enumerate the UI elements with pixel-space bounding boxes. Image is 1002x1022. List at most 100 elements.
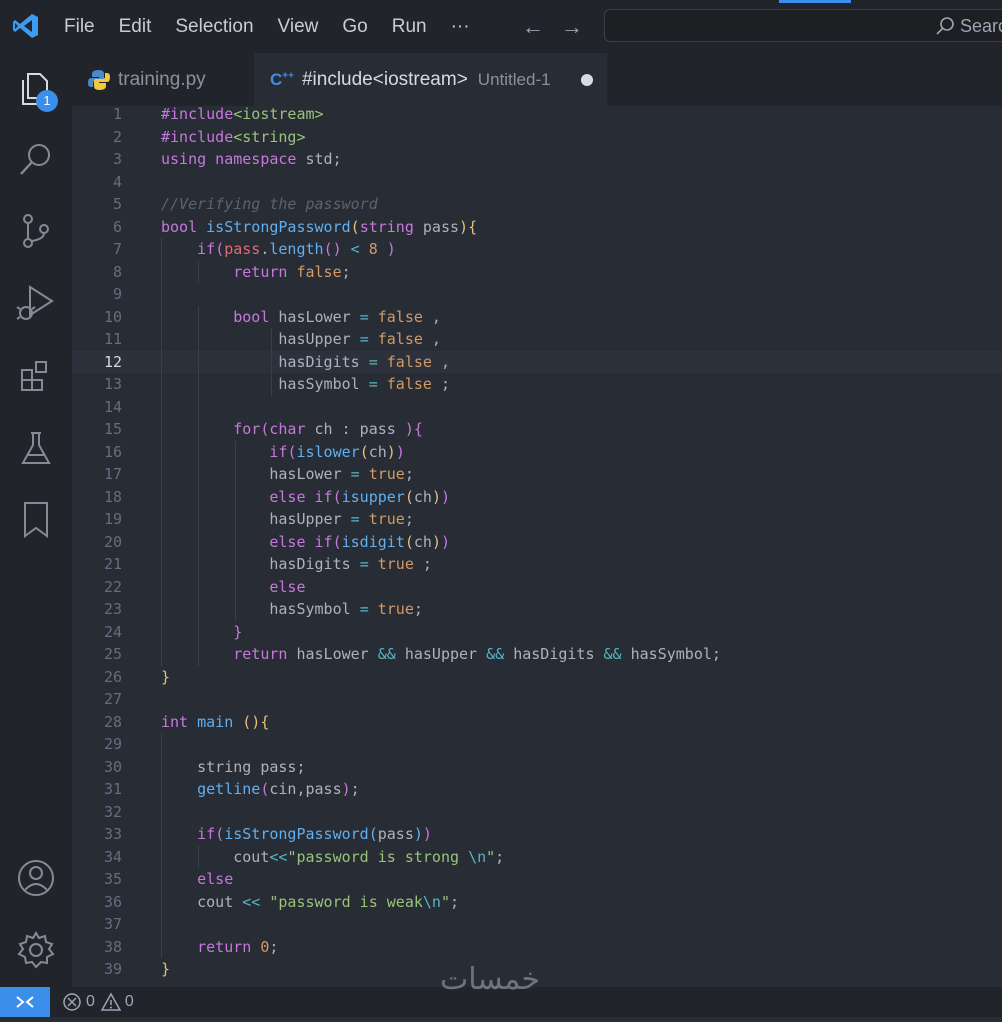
watermark-logo: خمسات bbox=[440, 962, 541, 997]
menu-selection[interactable]: Selection bbox=[163, 16, 265, 38]
account-icon[interactable] bbox=[14, 856, 58, 900]
code-editor[interactable]: 1 #include<iostream> 2 #include<string> 3 usi… bbox=[72, 103, 1002, 987]
line-number: 1 bbox=[112, 105, 122, 123]
testing-flask-icon[interactable] bbox=[14, 427, 58, 471]
code-text: else bbox=[269, 577, 306, 596]
code-text: #include<string> bbox=[161, 127, 306, 146]
code-line[interactable]: 21 hasDigits = true ; bbox=[72, 553, 1002, 576]
error-icon bbox=[63, 993, 81, 1011]
menu-run[interactable]: Run bbox=[380, 16, 439, 38]
code-line[interactable]: 36 cout << "password is weak\n"; bbox=[72, 891, 1002, 914]
indent-guide bbox=[161, 733, 162, 958]
code-text: cout<<"password is strong \n"; bbox=[161, 847, 505, 866]
code-line[interactable]: 35 else bbox=[72, 868, 1002, 891]
code-line[interactable]: 26} bbox=[72, 666, 1002, 689]
code-line[interactable]: 4 bbox=[72, 171, 1002, 194]
line-number: 27 bbox=[103, 690, 122, 708]
indent-guide bbox=[271, 328, 272, 396]
code-text: } bbox=[233, 622, 243, 641]
code-line[interactable]: 22 else bbox=[72, 576, 1002, 599]
code-line[interactable]: 34 cout<<"password is strong \n"; bbox=[72, 846, 1002, 869]
tab-description: Untitled-1 bbox=[477, 69, 551, 89]
code-text: hasSymbol = false ; bbox=[161, 375, 450, 393]
code-line[interactable]: 13 hasSymbol = false ; bbox=[72, 373, 1002, 396]
menu-file[interactable]: File bbox=[52, 16, 107, 38]
line-number: 10 bbox=[103, 307, 122, 326]
code-line[interactable]: 29 bbox=[72, 733, 1002, 756]
line-number: 14 bbox=[103, 397, 122, 416]
code-line[interactable]: 30 string pass; bbox=[72, 756, 1002, 779]
code-text: bool isStrongPassword(string pass){ bbox=[161, 217, 478, 236]
code-line[interactable]: 1 #include<iostream> bbox=[72, 103, 1002, 126]
search-icon bbox=[936, 17, 954, 35]
tab-untitled-1[interactable]: C++ #include<iostream> Untitled-1 bbox=[254, 53, 607, 106]
line-number: 7 bbox=[112, 240, 122, 258]
tab-training-py[interactable]: training.py bbox=[72, 53, 254, 106]
line-number: 21 bbox=[103, 555, 122, 573]
line-number: 31 bbox=[103, 780, 122, 798]
code-line[interactable]: 17 hasLower = true; bbox=[72, 463, 1002, 486]
line-number: 32 bbox=[103, 802, 122, 821]
code-line[interactable]: 16 if(islower(ch)) bbox=[72, 441, 1002, 464]
code-line[interactable]: 8 return false; bbox=[72, 261, 1002, 284]
remote-icon bbox=[16, 996, 34, 1008]
forward-arrow-icon[interactable]: → bbox=[561, 14, 583, 40]
code-line[interactable]: 31 getline(cin,pass); bbox=[72, 778, 1002, 801]
code-line[interactable]: 33 if(isStrongPassword(pass)) bbox=[72, 823, 1002, 846]
code-line[interactable]: 11 hasUpper = false , bbox=[72, 328, 1002, 351]
code-text: hasDigits = true ; bbox=[161, 555, 432, 573]
code-line[interactable]: 23 hasSymbol = true; bbox=[72, 598, 1002, 621]
code-line[interactable]: 3 using namespace std; bbox=[72, 148, 1002, 171]
code-text: getline(cin,pass); bbox=[197, 780, 360, 798]
menu-edit[interactable]: Edit bbox=[107, 16, 164, 38]
menu-more[interactable]: ··· bbox=[439, 16, 482, 38]
bookmark-icon[interactable] bbox=[14, 498, 58, 542]
code-line[interactable]: 10 bool hasLower = false , bbox=[72, 306, 1002, 329]
code-line[interactable]: 5 //Verifying the password bbox=[72, 193, 1002, 216]
code-line[interactable]: 18 else if(isupper(ch)) bbox=[72, 486, 1002, 509]
warning-icon bbox=[100, 992, 121, 1011]
settings-gear-icon[interactable] bbox=[14, 928, 58, 972]
code-line[interactable]: 37 bbox=[72, 913, 1002, 936]
vscode-logo-icon[interactable] bbox=[12, 12, 40, 40]
code-line[interactable]: 15 for(char ch : pass ){ bbox=[72, 418, 1002, 441]
unsaved-dot-icon[interactable] bbox=[581, 74, 593, 86]
run-debug-icon[interactable] bbox=[14, 281, 58, 325]
code-line[interactable]: 19 hasUpper = true; bbox=[72, 508, 1002, 531]
line-number: 38 bbox=[103, 937, 122, 956]
code-line[interactable]: 6 bool isStrongPassword(string pass){ bbox=[72, 216, 1002, 239]
code-line[interactable]: 25 return hasLower && hasUpper && hasDig… bbox=[72, 643, 1002, 666]
code-text: return hasLower && hasUpper && hasDigits… bbox=[233, 645, 721, 663]
code-line[interactable]: 24 } bbox=[72, 621, 1002, 644]
code-text: string pass; bbox=[161, 757, 306, 776]
menu-view[interactable]: View bbox=[266, 16, 331, 38]
title-bar: File Edit Selection View Go Run ··· ← → … bbox=[0, 0, 1002, 53]
command-center-search[interactable]: Search bbox=[604, 9, 1002, 42]
code-text: int main (){ bbox=[161, 712, 270, 731]
code-line[interactable]: 28 int main (){ bbox=[72, 711, 1002, 734]
code-line[interactable]: 9 bbox=[72, 283, 1002, 306]
menu-go[interactable]: Go bbox=[330, 16, 379, 38]
line-number: 19 bbox=[103, 510, 122, 528]
code-line[interactable]: 38 return 0; bbox=[72, 936, 1002, 959]
code-line[interactable]: 7 if(pass.length() < 8 ) bbox=[72, 238, 1002, 261]
problems-indicator[interactable]: 0 0 bbox=[62, 992, 134, 1012]
search-sidebar-icon[interactable] bbox=[14, 137, 58, 181]
code-line[interactable]: 32 bbox=[72, 801, 1002, 824]
indent-guide bbox=[198, 305, 199, 666]
back-arrow-icon[interactable]: ← bbox=[522, 14, 544, 40]
line-number: 26 bbox=[103, 667, 122, 686]
line-number: 9 bbox=[112, 285, 122, 303]
code-line[interactable]: 20 else if(isdigit(ch)) bbox=[72, 531, 1002, 554]
code-line[interactable]: 2 #include<string> bbox=[72, 126, 1002, 149]
line-number: 8 bbox=[112, 262, 122, 281]
code-line[interactable]: 27 bbox=[72, 688, 1002, 711]
line-number: 3 bbox=[112, 150, 122, 168]
remote-indicator[interactable] bbox=[0, 987, 50, 1017]
line-number: 39 bbox=[103, 960, 122, 978]
code-line[interactable]: 14 bbox=[72, 396, 1002, 419]
source-control-icon[interactable] bbox=[14, 209, 58, 253]
line-number: 22 bbox=[103, 577, 122, 596]
extensions-icon[interactable] bbox=[14, 354, 58, 398]
code-line[interactable]: 12 hasDigits = false , bbox=[72, 350, 1002, 373]
